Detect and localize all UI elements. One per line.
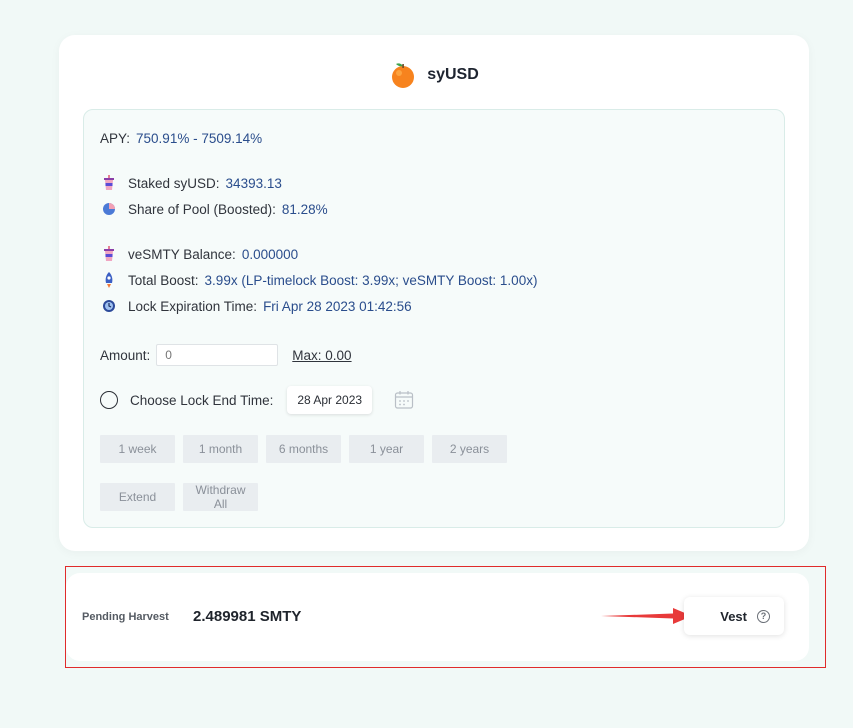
amount-label: Amount: (100, 347, 151, 363)
vesmty-label: veSMTY Balance: (128, 246, 236, 262)
share-label: Share of Pool (Boosted): (128, 201, 276, 217)
max-button[interactable]: Max: 0.00 (292, 348, 351, 363)
share-row: Share of Pool (Boosted): 81.28% (100, 199, 328, 219)
orange-icon (389, 61, 417, 89)
withdraw-all-button[interactable]: Withdraw All (183, 483, 258, 511)
lock-row: Lock Expiration Time: Fri Apr 28 2023 01… (100, 296, 412, 316)
lock-label: Lock Expiration Time: (128, 298, 258, 314)
calendar-icon[interactable] (394, 390, 414, 410)
vesmty-row: veSMTY Balance: 0.000000 (100, 244, 298, 264)
duration-6-months-button[interactable]: 6 months (266, 435, 341, 463)
staked-row: Staked syUSD: 34393.13 (100, 173, 282, 193)
lock-end-radio[interactable] (100, 391, 118, 409)
apy-value: 750.91% - 7509.14% (136, 130, 263, 146)
share-value: 81.28% (281, 201, 328, 217)
card-header: syUSD (59, 57, 809, 93)
cup-icon (100, 174, 118, 192)
duration-1-month-button[interactable]: 1 month (183, 435, 258, 463)
vest-button[interactable]: Vest ? (684, 597, 784, 635)
extend-button[interactable]: Extend (100, 483, 175, 511)
boost-row: Total Boost: 3.99x (LP-timelock Boost: 3… (100, 270, 537, 290)
duration-1-week-button[interactable]: 1 week (100, 435, 175, 463)
stake-panel: APY: 750.91% - 7509.14% Staked syUSD: 34… (83, 109, 785, 528)
vesmty-value: 0.000000 (241, 246, 299, 262)
lock-value: Fri Apr 28 2023 01:42:56 (263, 298, 412, 314)
staked-value: 34393.13 (225, 175, 282, 191)
token-title: syUSD (427, 66, 479, 83)
lock-end-label: Choose Lock End Time: (130, 392, 274, 408)
pending-harvest-value: 2.489981 SMTY (193, 608, 302, 625)
amount-input[interactable] (156, 344, 279, 366)
apy-label: APY: (100, 130, 131, 146)
amount-row: Amount: Max: 0.00 (100, 342, 352, 368)
clock-icon (100, 297, 118, 315)
cup-icon (100, 245, 118, 263)
pool-card: syUSD APY: 750.91% - 7509.14% Staked syU… (59, 35, 809, 551)
pie-chart-icon (100, 200, 118, 218)
rocket-icon (100, 271, 118, 289)
boost-label: Total Boost: (128, 272, 199, 288)
lock-end-date[interactable]: 28 Apr 2023 (287, 386, 373, 414)
lock-end-row: Choose Lock End Time: 28 Apr 2023 (100, 385, 414, 415)
duration-1-year-button[interactable]: 1 year (349, 435, 424, 463)
pending-harvest-label: Pending Harvest (82, 611, 169, 623)
apy-row: APY: 750.91% - 7509.14% (100, 128, 262, 148)
help-icon[interactable]: ? (757, 609, 770, 623)
staked-label: Staked syUSD: (128, 175, 220, 191)
red-arrow-icon (601, 608, 692, 624)
boost-value: 3.99x (LP-timelock Boost: 3.99x; veSMTY … (204, 272, 538, 288)
pending-harvest-card: Pending Harvest 2.489981 SMTY Vest ? (66, 573, 809, 661)
vest-label: Vest (720, 608, 747, 624)
duration-2-years-button[interactable]: 2 years (432, 435, 507, 463)
